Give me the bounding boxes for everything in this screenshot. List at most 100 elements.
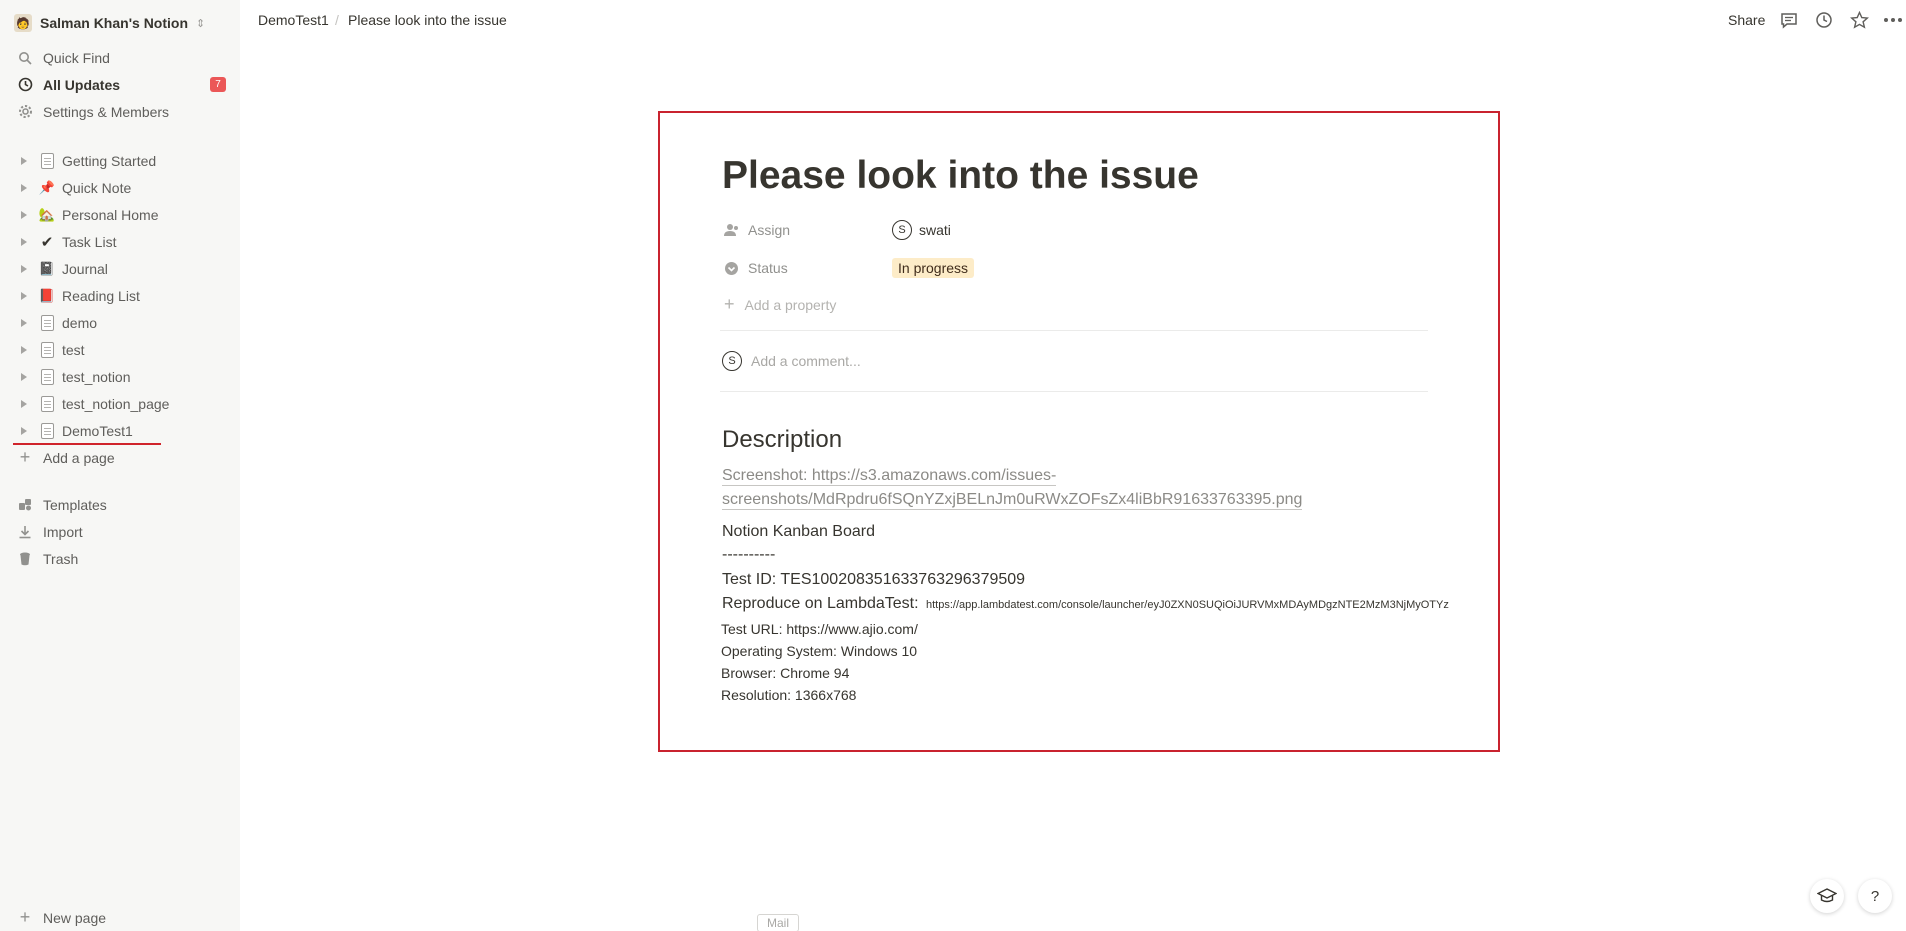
share-button[interactable]: Share [1728,12,1765,28]
comment-icon[interactable] [1779,10,1799,30]
breadcrumb-current[interactable]: Please look into the issue [348,12,507,28]
chevron-updown-icon: ⇕ [196,17,206,30]
user-avatar: S [892,220,912,240]
expand-toggle-icon[interactable] [19,399,29,409]
reproduce-url-link[interactable]: https://app.lambdatest.com/console/launc… [926,599,1449,611]
dashes-text: ---------- [722,546,776,563]
expand-toggle-icon[interactable] [19,264,29,274]
property-assign[interactable]: Assign [722,217,790,243]
expand-toggle-icon[interactable] [19,372,29,382]
workspace-switcher[interactable]: 🧑 Salman Khan's Notion ⇕ [14,12,205,34]
gear-icon [16,103,34,121]
expand-toggle-icon[interactable] [19,318,29,328]
add-page-button[interactable]: + Add a page [0,444,240,471]
divider [720,330,1428,331]
board-title-text: Notion Kanban Board [722,523,875,540]
sidebar-all-updates[interactable]: All Updates 7 [0,71,240,98]
sidebar-item-label: test [62,341,85,358]
help-button[interactable]: ? [1858,879,1892,913]
sidebar-page-test-notion-page[interactable]: test_notion_page [0,390,240,417]
templates-icon [16,496,34,514]
more-options-icon[interactable] [1883,10,1903,30]
sidebar-item-label: Reading List [62,287,140,304]
new-page-button[interactable]: + New page [0,904,240,931]
page-icon [38,368,56,386]
os-text: Operating System: Windows 10 [721,643,918,659]
comment-input[interactable]: S Add a comment... [722,351,861,371]
clock-icon [16,76,34,94]
new-page-label: New page [43,909,107,926]
screenshot-link-line-2[interactable]: screenshots/MdRpdru6fSQnYZxjBELnJm0uRWxZ… [722,491,1303,510]
sidebar-page-journal[interactable]: 📓 Journal [0,255,240,282]
search-icon [16,49,34,67]
person-property-icon [722,221,740,239]
sidebar-item-label: DemoTest1 [62,422,133,439]
sidebar-import[interactable]: Import [0,518,240,545]
comment-placeholder: Add a comment... [751,353,861,369]
property-status[interactable]: Status [722,255,788,281]
graduation-cap-icon[interactable] [1810,879,1844,913]
sidebar-page-demo[interactable]: demo [0,309,240,336]
expand-toggle-icon[interactable] [19,345,29,355]
sidebar-templates[interactable]: Templates [0,491,240,518]
red-book-icon: 📕 [38,287,56,303]
page-title[interactable]: Please look into the issue [722,154,1199,198]
page-icon [38,314,56,332]
description-heading[interactable]: Description [722,426,842,454]
history-clock-icon[interactable] [1814,10,1834,30]
expand-toggle-icon[interactable] [19,426,29,436]
screenshot-link-line-1[interactable]: Screenshot: https://s3.amazonaws.com/iss… [722,467,1057,486]
sidebar-page-test[interactable]: test [0,336,240,363]
sidebar-item-label: Journal [62,260,108,277]
updates-count-badge: 7 [210,77,226,92]
sidebar-item-label: Import [43,523,83,540]
sidebar-item-label: Task List [62,233,117,250]
sidebar-item-label: Getting Started [62,152,157,169]
expand-toggle-icon[interactable] [19,183,29,193]
sidebar-item-label: All Updates [43,76,121,93]
sidebar-page-test-notion[interactable]: test_notion [0,363,240,390]
sidebar-settings-members[interactable]: Settings & Members [0,98,240,125]
resolution-text: Resolution: 1366x768 [721,687,857,703]
sidebar-page-personal-home[interactable]: 🏡 Personal Home [0,201,240,228]
sidebar-item-label: test_notion_page [62,395,170,412]
sidebar-page-quick-note[interactable]: 📌 Quick Note [0,174,240,201]
page-icon [38,422,56,440]
sidebar-page-demotest1[interactable]: DemoTest1 [0,417,240,444]
test-id-text: Test ID: TES100208351633763296379509 [722,571,1026,588]
expand-toggle-icon[interactable] [19,156,29,166]
expand-toggle-icon[interactable] [19,237,29,247]
add-property-button[interactable]: + Add a property [724,294,836,315]
sidebar-page-task-list[interactable]: ✔ Task List [0,228,240,255]
sidebar-page-getting-started[interactable]: Getting Started [0,147,240,174]
page-icon [38,341,56,359]
plus-icon: + [19,907,31,927]
property-label: Assign [748,222,791,238]
checkmark-icon: ✔ [40,233,54,251]
mail-tooltip: Mail [757,914,799,931]
workspace-name: Salman Khan's Notion [40,15,189,31]
trash-icon [16,550,34,568]
sidebar-item-label: demo [62,314,98,331]
breadcrumb-parent[interactable]: DemoTest1 [258,12,329,28]
sidebar-quick-find[interactable]: Quick Find [0,44,240,71]
page-icon [38,395,56,413]
status-value[interactable]: In progress [892,255,975,281]
expand-toggle-icon[interactable] [19,291,29,301]
assignee-name: swati [919,222,951,238]
status-property-icon [722,259,740,277]
notebook-icon: 📓 [38,260,56,276]
sidebar-item-label: test_notion [62,368,131,385]
reproduce-label: Reproduce on LambdaTest: [722,595,919,612]
sidebar-page-reading-list[interactable]: 📕 Reading List [0,282,240,309]
download-icon [16,523,34,541]
sidebar-item-label: Quick Find [43,49,110,66]
browser-text: Browser: Chrome 94 [721,665,850,681]
plus-icon: + [19,447,31,467]
star-icon[interactable] [1849,10,1869,30]
assign-value[interactable]: S swati [892,217,951,243]
add-property-label: Add a property [744,296,837,313]
sidebar-trash[interactable]: Trash [0,545,240,572]
sidebar-item-label: Settings & Members [43,103,170,120]
expand-toggle-icon[interactable] [19,210,29,220]
